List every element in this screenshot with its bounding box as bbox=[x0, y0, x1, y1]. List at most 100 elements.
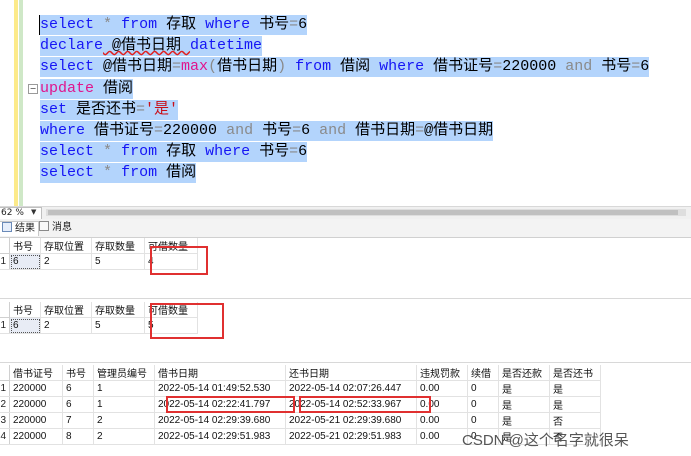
column-header[interactable]: 存取数量 bbox=[91, 302, 145, 318]
table-cell[interactable]: 220000 bbox=[9, 396, 63, 413]
table-cell[interactable]: 6 bbox=[9, 317, 41, 334]
code-token: 借书证号 bbox=[85, 122, 155, 139]
table-cell[interactable]: 1 bbox=[93, 380, 155, 397]
table-row[interactable]: 1 220000 6 1 2022-05-14 01:49:52.530 2022-05-… bbox=[0, 380, 601, 397]
code-token: = bbox=[136, 100, 146, 118]
table-cell[interactable]: 2022-05-14 01:49:52.530 bbox=[154, 380, 286, 397]
table-cell[interactable]: 是 bbox=[498, 396, 550, 413]
table-cell[interactable]: 0 bbox=[467, 412, 499, 429]
results-tabbar: 结果 消息 bbox=[0, 219, 691, 238]
tab-results[interactable]: 结果 bbox=[0, 221, 39, 236]
table-cell[interactable]: 8 bbox=[62, 428, 94, 445]
table-cell[interactable]: 是 bbox=[498, 380, 550, 397]
sql-editor[interactable]: − select * from 存取 where 书号=6 declare @借书… bbox=[0, 0, 691, 206]
table-cell[interactable]: 1 bbox=[93, 396, 155, 413]
table-cell[interactable]: 2022-05-21 02:29:39.680 bbox=[285, 412, 417, 429]
table-cell[interactable]: 2 bbox=[93, 412, 155, 429]
code-token: 借书日期 bbox=[217, 58, 278, 76]
column-header[interactable]: 书号 bbox=[62, 365, 94, 381]
table-cell[interactable]: 2 bbox=[40, 317, 92, 334]
code-line[interactable]: select * from 存取 where 书号=6 bbox=[40, 142, 308, 163]
collapse-toggle-icon[interactable]: − bbox=[28, 84, 38, 94]
table-cell[interactable]: 0.00 bbox=[416, 380, 468, 397]
code-line[interactable]: select * from 存取 where 书号=6 bbox=[40, 15, 308, 35]
code-token: 借书证号 bbox=[424, 58, 494, 76]
code-line[interactable]: set 是否还书='是' bbox=[40, 99, 179, 120]
column-header[interactable]: 管理员编号 bbox=[93, 365, 155, 381]
column-header[interactable]: 书号 bbox=[9, 302, 41, 318]
code-token: * bbox=[103, 143, 113, 161]
column-header[interactable]: 借书日期 bbox=[154, 365, 286, 381]
code-line[interactable]: declare @借书日期 datetime bbox=[40, 36, 263, 57]
editor-status-bar: 62 % ▼ bbox=[0, 206, 691, 220]
table-cell[interactable]: 6 bbox=[62, 380, 94, 397]
table-cell[interactable]: 5 bbox=[91, 253, 145, 270]
column-header[interactable]: 是否还款 bbox=[498, 365, 550, 381]
code-line[interactable]: select * from 借阅 bbox=[40, 163, 197, 184]
row-number[interactable]: 4 bbox=[0, 428, 10, 445]
code-token: where bbox=[205, 143, 251, 161]
table-cell[interactable]: 5 bbox=[91, 317, 145, 334]
scrollbar-thumb[interactable] bbox=[48, 210, 678, 215]
column-header[interactable]: 续借 bbox=[467, 365, 499, 381]
row-number[interactable]: 1 bbox=[0, 317, 10, 334]
code-token: from bbox=[121, 143, 158, 161]
code-line[interactable]: select @借书日期=max(借书日期) from 借阅 where 借书证… bbox=[40, 57, 650, 78]
table-cell[interactable]: 0 bbox=[467, 396, 499, 413]
table-cell[interactable]: 是 bbox=[549, 396, 601, 413]
table-cell[interactable]: 2022-05-21 02:29:51.983 bbox=[285, 428, 417, 445]
table-cell[interactable]: 2022-05-14 02:29:51.983 bbox=[154, 428, 286, 445]
column-header[interactable]: 是否还书 bbox=[549, 365, 601, 381]
tab-messages[interactable]: 消息 bbox=[36, 221, 75, 235]
row-header-corner[interactable] bbox=[0, 365, 10, 381]
table-cell[interactable]: 2022-05-14 02:07:26.447 bbox=[285, 380, 417, 397]
column-header[interactable]: 存取数量 bbox=[91, 238, 145, 254]
row-header-corner[interactable] bbox=[0, 302, 10, 318]
saved-indicator-bar bbox=[19, 0, 23, 206]
code-token: datetime bbox=[190, 37, 263, 55]
column-header[interactable]: 存取位置 bbox=[40, 302, 92, 318]
table-cell[interactable]: 2 bbox=[93, 428, 155, 445]
code-token: 220000 bbox=[502, 58, 566, 76]
code-line[interactable]: where 借书证号=220000 and 书号=6 and 借书日期=@借书日… bbox=[40, 121, 494, 141]
table-cell[interactable]: 6 bbox=[9, 253, 41, 270]
code-token: set bbox=[40, 100, 68, 118]
column-header[interactable]: 借书证号 bbox=[9, 365, 63, 381]
table-cell[interactable]: 220000 bbox=[9, 412, 63, 429]
table-cell[interactable]: 是 bbox=[498, 412, 550, 429]
table-cell[interactable]: 6 bbox=[62, 396, 94, 413]
code-token: max bbox=[181, 58, 209, 76]
column-header[interactable]: 书号 bbox=[9, 238, 41, 254]
row-number[interactable]: 1 bbox=[0, 380, 10, 397]
code-line[interactable]: update 借阅 bbox=[40, 78, 134, 99]
code-token: * bbox=[103, 16, 113, 33]
table-cell[interactable]: 220000 bbox=[9, 380, 63, 397]
column-header[interactable]: 违规罚款 bbox=[416, 365, 468, 381]
code-token: 书号 bbox=[253, 122, 293, 139]
table-cell[interactable]: 0.00 bbox=[416, 428, 468, 445]
table-cell[interactable]: 否 bbox=[549, 412, 601, 429]
table-cell[interactable]: 2022-05-14 02:29:39.680 bbox=[154, 412, 286, 429]
table-row[interactable]: 3 220000 7 2 2022-05-14 02:29:39.680 2022-05-… bbox=[0, 412, 601, 429]
column-header[interactable]: 存取位置 bbox=[40, 238, 92, 254]
code-token: = bbox=[172, 58, 182, 76]
horizontal-scrollbar[interactable] bbox=[46, 209, 686, 216]
highlight-box bbox=[299, 396, 431, 413]
table-cell[interactable]: 220000 bbox=[9, 428, 63, 445]
table-cell[interactable]: 2 bbox=[40, 253, 92, 270]
row-number[interactable]: 1 bbox=[0, 253, 10, 270]
table-cell[interactable]: 0.00 bbox=[416, 412, 468, 429]
table-cell[interactable]: 0 bbox=[467, 380, 499, 397]
code-token: 存取 bbox=[157, 16, 206, 33]
chevron-down-icon[interactable]: ▼ bbox=[31, 208, 36, 216]
table-cell[interactable]: 7 bbox=[62, 412, 94, 429]
column-header[interactable]: 还书日期 bbox=[285, 365, 417, 381]
row-number[interactable]: 2 bbox=[0, 396, 10, 413]
row-number[interactable]: 3 bbox=[0, 412, 10, 429]
row-header-corner[interactable] bbox=[0, 238, 10, 254]
table-cell[interactable]: 是 bbox=[549, 380, 601, 397]
